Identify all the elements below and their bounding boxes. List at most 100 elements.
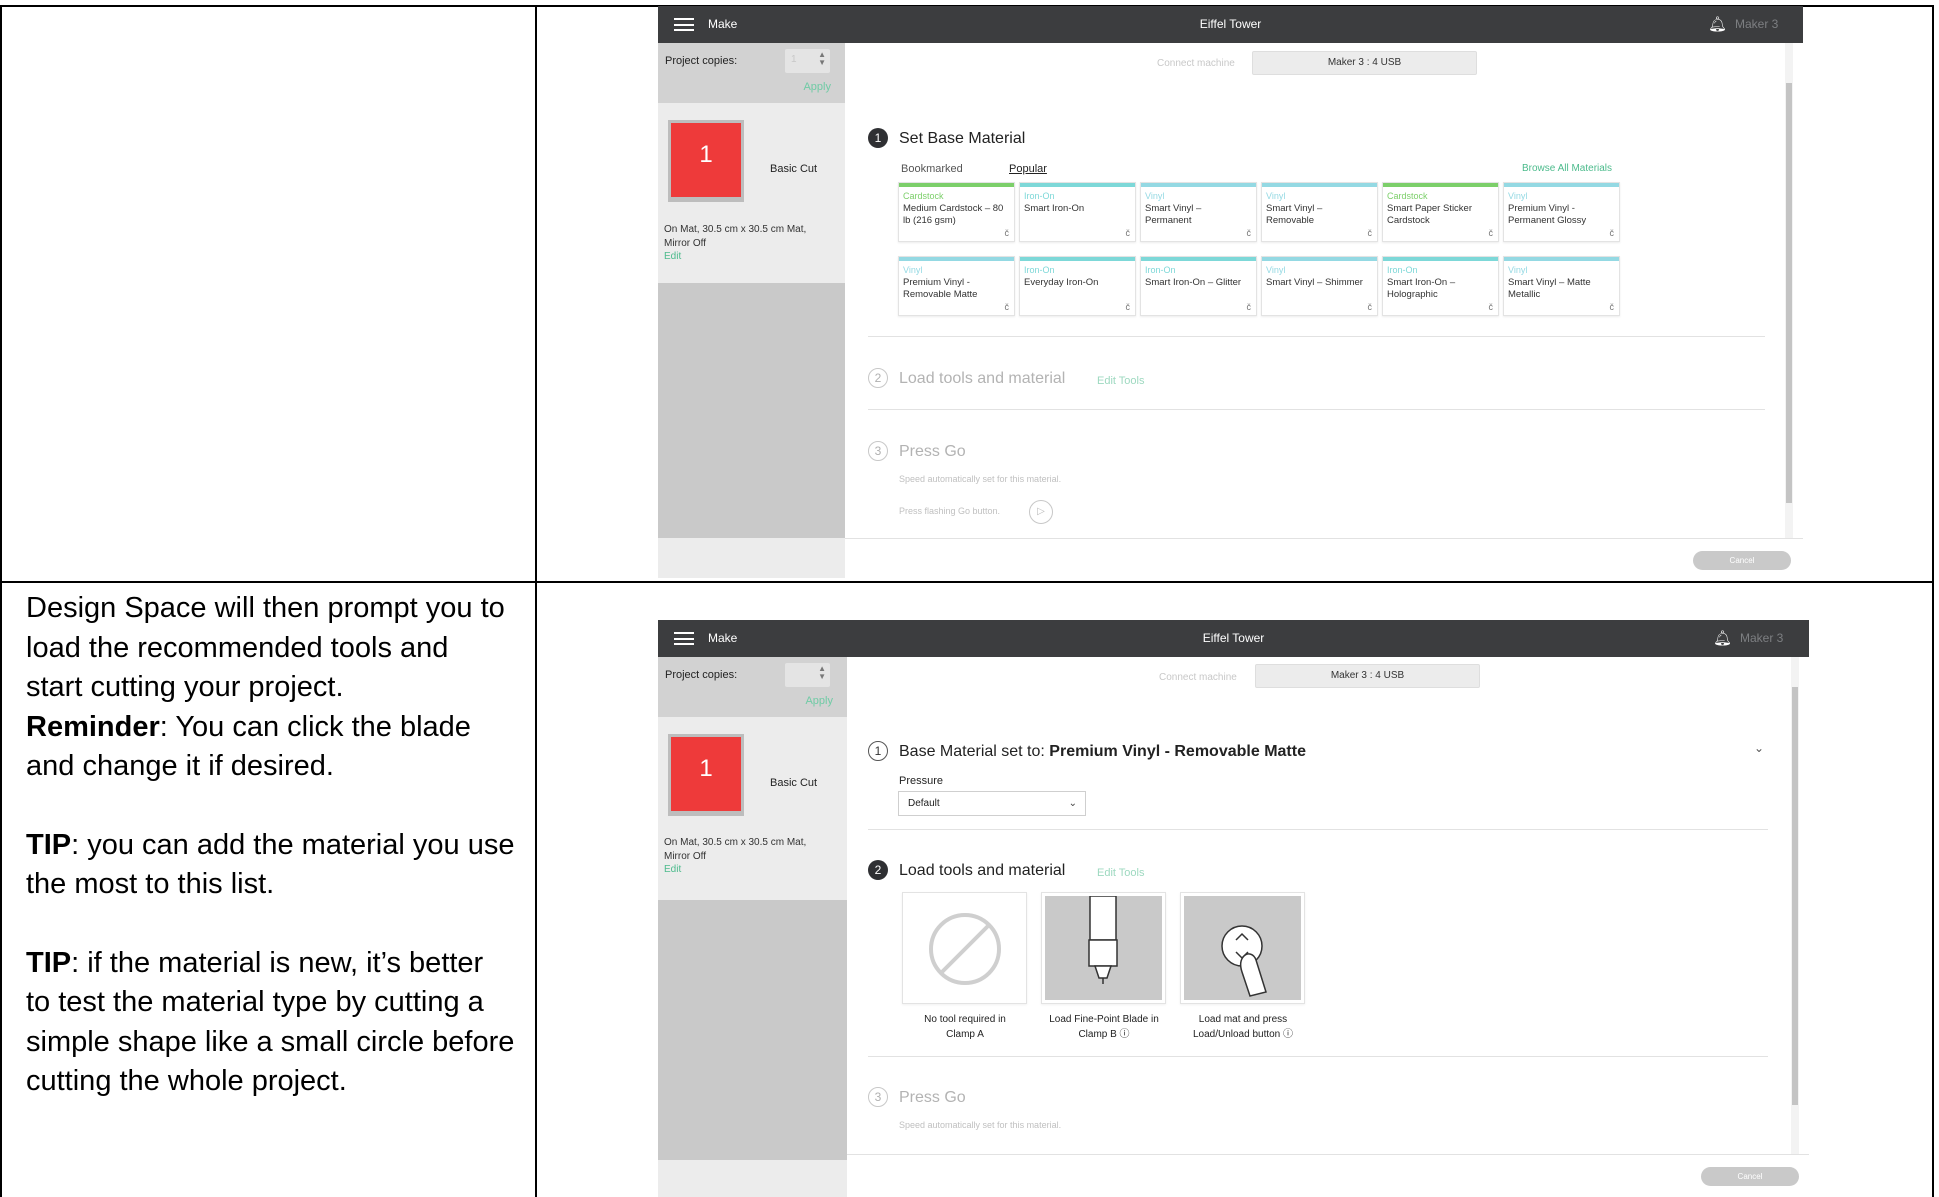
table-border-middle — [0, 581, 1934, 583]
project-copies-stepper[interactable]: ▲ ▼ — [785, 663, 830, 687]
base-material-summary: Base Material set to: Premium Vinyl - Re… — [899, 743, 1306, 761]
copies-panel: Project copies: ▲ ▼ Apply — [658, 657, 847, 717]
mat-edit-link[interactable]: Edit — [664, 864, 681, 875]
tip-line: cutting the whole project. — [26, 1065, 347, 1097]
screenshot-set-base-material: Make Eiffel Tower 🔔︎ Maker 3 Project cop… — [658, 6, 1803, 578]
material-card[interactable]: Iron-On Smart Iron-On č — [1019, 182, 1136, 242]
apply-button[interactable]: Apply — [803, 81, 831, 93]
cut-mode-icon: č — [1367, 228, 1373, 238]
main-scrollbar[interactable] — [1785, 43, 1793, 538]
edit-tools-link[interactable]: Edit Tools — [1097, 375, 1145, 387]
tip-line: to test the material type by cutting a — [26, 986, 484, 1018]
material-card[interactable]: Iron-On Smart Iron-On – Glitter č — [1140, 256, 1257, 316]
material-card[interactable]: Vinyl Smart Vinyl – Permanent č — [1140, 182, 1257, 242]
app-header: Make Eiffel Tower 🔔︎ Maker 3 — [658, 6, 1803, 43]
tool-card-load-mat[interactable] — [1180, 892, 1305, 1004]
footer-divider — [847, 1154, 1809, 1155]
material-color-strip — [899, 183, 1014, 187]
tip-label: TIP — [26, 946, 72, 979]
material-card[interactable]: Cardstock Medium Cardstock – 80 lb (216 g… — [898, 182, 1015, 242]
cut-mode-icon: č — [1125, 302, 1131, 312]
pressure-select[interactable]: Default ⌄ — [898, 791, 1086, 816]
sidebar-empty-area — [658, 283, 845, 578]
bell-icon[interactable]: 🔔︎ — [1708, 15, 1727, 33]
tool-caption-line: No tool required in — [924, 1014, 1006, 1025]
tool-image-area — [1184, 896, 1301, 1000]
mat-thumbnail[interactable]: 1 — [668, 120, 744, 202]
step-3-badge: 3 — [868, 441, 888, 461]
project-copies-stepper[interactable]: 1 ▲ ▼ — [785, 49, 830, 73]
material-card[interactable]: Vinyl Premium Vinyl - Permanent Glossy č — [1503, 182, 1620, 242]
step-3-badge: 3 — [868, 1087, 888, 1107]
cut-mode-icon: č — [1125, 228, 1131, 238]
tool-caption-line: Load/Unload button ⓘ — [1192, 1029, 1294, 1040]
cut-mode-icon: č — [1004, 228, 1010, 238]
material-card[interactable]: Cardstock Smart Paper Sticker Cardstock č — [1382, 182, 1499, 242]
material-name: Medium Cardstock – 80 lb (216 gsm) — [903, 203, 1004, 226]
material-category: Iron-On — [1024, 191, 1055, 201]
scrollbar-thumb[interactable] — [1792, 687, 1798, 1105]
cut-mode-icon: č — [1609, 302, 1615, 312]
tool-card-clamp-a — [902, 892, 1027, 1004]
machine-name: Maker 3 — [1740, 631, 1784, 645]
mat-sidebar: Project copies: ▲ ▼ Apply 1 Basic Cut On … — [658, 657, 847, 1197]
material-name: Everyday Iron-On — [1024, 277, 1099, 288]
speed-note: Speed automatically set for this materia… — [899, 1120, 1062, 1130]
screenshot-load-tools: Make Eiffel Tower 🔔︎ Maker 3 Project cop… — [658, 620, 1809, 1197]
step-2-badge: 2 — [868, 860, 888, 880]
chevron-down-icon[interactable]: ⌄ — [1754, 741, 1764, 755]
tool-caption-load-mat: Load mat and press Load/Unload button ⓘ — [1173, 1012, 1313, 1042]
material-card[interactable]: Vinyl Smart Vinyl – Matte Metallic č — [1503, 256, 1620, 316]
machine-select[interactable]: Maker 3 : 4 USB — [1252, 51, 1477, 75]
edit-tools-link[interactable]: Edit Tools — [1097, 867, 1145, 879]
tool-caption-clamp-a: No tool required in Clamp A — [895, 1012, 1035, 1042]
connect-machine-label: Connect machine — [1159, 672, 1237, 683]
apply-button[interactable]: Apply — [805, 695, 833, 707]
base-material-label: Base Material set to: — [899, 743, 1045, 760]
main-scrollbar[interactable] — [1791, 657, 1799, 1154]
mat-size-text: On Mat, 30.5 cm x 30.5 cm Mat, — [664, 224, 807, 235]
stepper-arrows-icon[interactable]: ▲ ▼ — [818, 51, 826, 67]
footer-divider — [845, 538, 1803, 539]
cut-mode-icon: č — [1246, 228, 1252, 238]
scrollbar-thumb[interactable] — [1786, 83, 1792, 503]
cut-type-label: Basic Cut — [770, 777, 818, 789]
no-tool-icon — [929, 913, 1001, 985]
material-card[interactable]: Vinyl Smart Vinyl – Removable č — [1261, 182, 1378, 242]
tool-card-clamp-b[interactable] — [1041, 892, 1166, 1004]
material-category: Iron-On — [1145, 265, 1176, 275]
reminder-label: Reminder — [26, 710, 160, 743]
material-card[interactable]: Vinyl Smart Vinyl – Shimmer č — [1261, 256, 1378, 316]
material-color-strip — [1504, 257, 1619, 261]
step-2-title: Load tools and material — [899, 862, 1066, 879]
material-category: Vinyl — [1508, 191, 1528, 201]
stepper-arrows-icon[interactable]: ▲ ▼ — [818, 665, 826, 681]
machine-select[interactable]: Maker 3 : 4 USB — [1255, 664, 1480, 688]
cancel-button[interactable]: Cancel — [1701, 1167, 1799, 1186]
go-button-icon[interactable]: ▷ — [1029, 500, 1053, 524]
mat-thumbnail[interactable]: 1 — [668, 734, 744, 816]
material-name: Smart Iron-On – Glitter — [1145, 277, 1242, 288]
material-card[interactable]: Iron-On Everyday Iron-On č — [1019, 256, 1136, 316]
tip-text: : you can add the material you use — [71, 828, 515, 861]
material-category: Vinyl — [903, 265, 923, 275]
step-2-badge: 2 — [868, 368, 888, 388]
project-copies-label: Project copies: — [665, 55, 738, 67]
material-color-strip — [1262, 183, 1377, 187]
material-card[interactable]: Vinyl Premium Vinyl - Removable Matte č — [898, 256, 1015, 316]
material-name: Smart Iron-On – Holographic — [1387, 277, 1456, 300]
cancel-button[interactable]: Cancel — [1693, 551, 1791, 570]
material-card[interactable]: Iron-On Smart Iron-On – Holographic č — [1382, 256, 1499, 316]
section-divider — [868, 829, 1768, 830]
mat-size-text: On Mat, 30.5 cm x 30.5 cm Mat, — [664, 837, 807, 848]
mat-number: 1 — [699, 141, 713, 168]
browse-all-materials-link[interactable]: Browse All Materials — [1522, 163, 1612, 174]
pressure-label: Pressure — [899, 775, 944, 787]
bell-icon[interactable]: 🔔︎ — [1713, 629, 1732, 647]
material-name: Smart Iron-On — [1024, 203, 1085, 214]
instruction-line: Design Space will then prompt you to — [26, 592, 505, 624]
mat-edit-link[interactable]: Edit — [664, 251, 681, 262]
section-divider — [868, 409, 1765, 410]
tab-bookmarked[interactable]: Bookmarked — [901, 163, 963, 175]
tab-popular[interactable]: Popular — [1009, 163, 1047, 175]
